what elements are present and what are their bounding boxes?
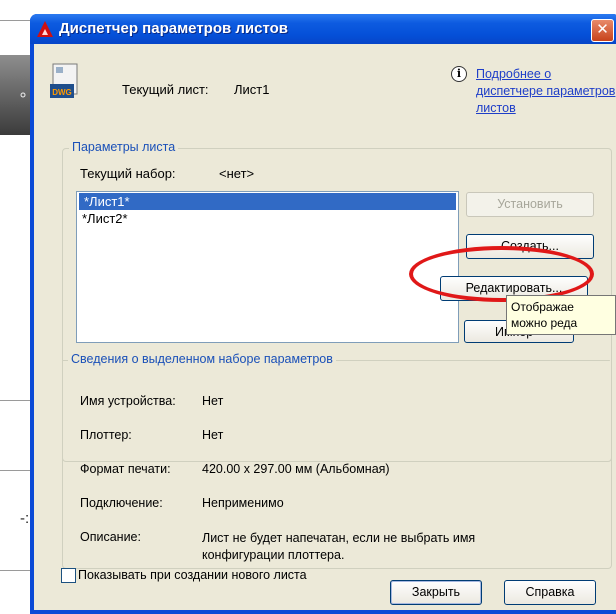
background-divider — [0, 20, 30, 21]
close-icon[interactable]: ✕ — [591, 19, 614, 42]
device-name-label: Имя устройства: — [80, 394, 176, 408]
current-set-label: Текущий набор: — [80, 166, 176, 181]
help-link[interactable]: Подробнее о диспетчере параметров листов — [476, 66, 616, 117]
help-button[interactable]: Справка — [504, 580, 596, 605]
connection-value: Неприменимо — [202, 496, 284, 510]
description-value: Лист не будет напечатан, если не выбрать… — [202, 531, 476, 562]
plotter-value: Нет — [202, 428, 224, 442]
set-current-button[interactable]: Установить — [466, 192, 594, 217]
background-glyph: ∘ — [18, 87, 29, 104]
dialog-title: Диспетчер параметров листов — [59, 20, 289, 37]
background-divider — [0, 470, 30, 471]
current-set-value: <нет> — [219, 166, 255, 181]
current-sheet-value: Лист1 — [234, 82, 270, 97]
close-button[interactable]: Закрыть — [390, 580, 482, 605]
page-setup-list[interactable]: *Лист1* *Лист2* — [76, 191, 459, 343]
details-legend: Сведения о выделенном наборе параметров — [68, 352, 336, 366]
tooltip-line: Отображае — [511, 300, 574, 314]
background-glyph: -: — [20, 510, 30, 527]
info-icon: i — [451, 66, 467, 82]
paper-size-label: Формат печати: — [80, 462, 171, 476]
highlight-oval — [409, 246, 594, 302]
dwg-file-icon: DWG — [50, 63, 78, 98]
plotter-label: Плоттер: — [80, 428, 132, 442]
device-name-value: Нет — [202, 394, 224, 408]
list-item[interactable]: *Лист2* — [77, 210, 458, 227]
edit-button-tooltip: Отображае можно реда — [506, 295, 616, 335]
background-divider — [0, 570, 30, 571]
show-on-new-layout-label[interactable]: Показывать при создании нового листа — [78, 568, 307, 582]
connection-label: Подключение: — [80, 496, 163, 510]
details-group-top: Сведения о выделенном наборе параметров — [62, 352, 610, 366]
current-sheet-label: Текущий лист: — [122, 82, 209, 97]
list-item[interactable]: *Лист1* — [79, 193, 456, 210]
page-setups-legend: Параметры листа — [69, 140, 179, 154]
show-on-new-layout-checkbox[interactable] — [61, 568, 76, 583]
description-label: Описание: — [80, 530, 141, 544]
tooltip-line: можно реда — [511, 316, 578, 330]
title-bar[interactable]: Диспетчер параметров листов ✕ — [30, 14, 616, 44]
paper-size-value: 420.00 x 297.00 мм (Альбомная) — [202, 462, 390, 476]
dwg-icon-label: DWG — [52, 88, 72, 97]
background-divider — [0, 400, 30, 401]
